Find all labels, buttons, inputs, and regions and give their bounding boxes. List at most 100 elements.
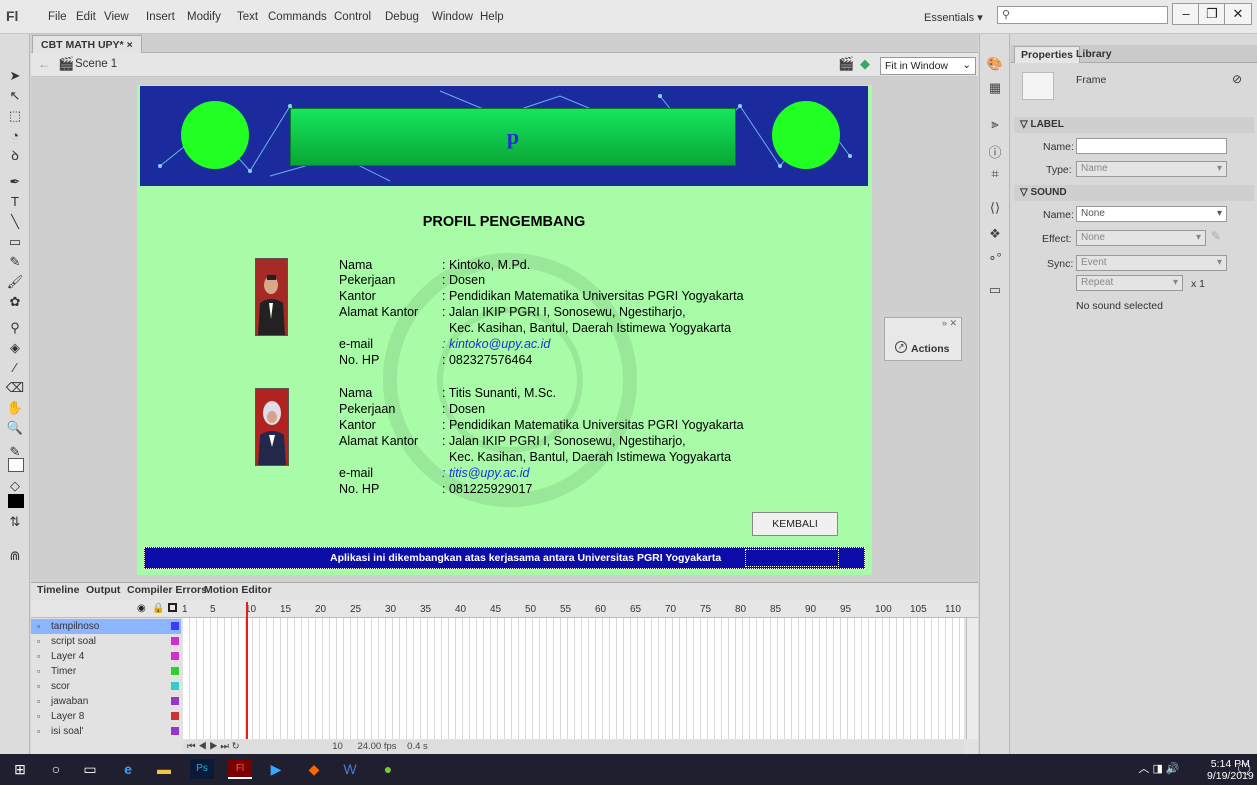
- repeat-count[interactable]: x 1: [1191, 278, 1205, 290]
- layer-color-swatch[interactable]: [171, 652, 179, 660]
- label-section-header[interactable]: ▽ LABEL: [1014, 117, 1254, 133]
- paint-bucket-icon[interactable]: ◈: [4, 338, 26, 358]
- repeat-select[interactable]: Repeat ▾: [1076, 275, 1183, 291]
- brush-tool-icon[interactable]: 🖌: [4, 272, 26, 292]
- components-icon[interactable]: ❖: [985, 226, 1005, 246]
- tab-motion-editor[interactable]: Motion Editor: [204, 584, 272, 596]
- info-icon[interactable]: ⓘ: [985, 142, 1005, 162]
- media-icon[interactable]: ▶: [264, 759, 288, 779]
- layer-color-swatch[interactable]: [171, 622, 179, 630]
- fill-swatch[interactable]: [8, 494, 24, 508]
- layer-color-swatch[interactable]: [171, 712, 179, 720]
- dev2-email-link[interactable]: : titis@upy.ac.id: [442, 466, 530, 481]
- layer-color-swatch[interactable]: [171, 682, 179, 690]
- history-icon[interactable]: ▭: [985, 282, 1005, 302]
- menu-insert[interactable]: Insert: [146, 11, 175, 23]
- windows-start-icon[interactable]: ⊞: [8, 759, 32, 779]
- maximize-button[interactable]: ❐: [1198, 3, 1226, 25]
- pen-tool-icon[interactable]: ✒: [4, 172, 26, 192]
- menu-view[interactable]: View: [104, 11, 129, 23]
- lock-icon[interactable]: 🔒: [152, 603, 164, 614]
- search-input[interactable]: ⚲: [997, 6, 1168, 24]
- color-panel-icon[interactable]: 🎨: [985, 56, 1005, 76]
- effect-select[interactable]: None ▾: [1076, 230, 1206, 246]
- close-window-button[interactable]: ✕: [1224, 3, 1252, 25]
- edit-symbol-icon[interactable]: ◆: [860, 56, 870, 72]
- transform-icon[interactable]: ⌗: [985, 166, 1005, 186]
- 3d-rotation-icon[interactable]: ◔: [4, 126, 26, 146]
- deco-tool-icon[interactable]: ✿: [4, 292, 26, 312]
- photoshop-icon[interactable]: Ps: [190, 759, 214, 779]
- sound-section-header[interactable]: ▽ SOUND: [1014, 185, 1254, 201]
- system-tray-icons[interactable]: ︿ ◨ 🔊: [1124, 759, 1194, 779]
- layer-row[interactable]: ▫ Timer: [31, 664, 181, 679]
- eyedropper-icon[interactable]: ⁄: [4, 358, 26, 378]
- menu-window[interactable]: Window: [432, 11, 473, 23]
- bone-tool-icon[interactable]: ⚲: [4, 318, 26, 338]
- sound-name-select[interactable]: None ▾: [1076, 206, 1227, 222]
- collapse-close-icon[interactable]: » ✕: [942, 318, 957, 329]
- cortana-icon[interactable]: ○: [44, 759, 68, 779]
- code-snippets-icon[interactable]: ⟨⟩: [985, 200, 1005, 220]
- menu-text[interactable]: Text: [237, 11, 258, 23]
- file-explorer-icon[interactable]: ▬: [152, 759, 176, 779]
- menu-debug[interactable]: Debug: [385, 11, 419, 23]
- label-type-select[interactable]: Name ▾: [1076, 161, 1227, 177]
- task-view-icon[interactable]: ▭: [78, 759, 102, 779]
- eye-icon[interactable]: ◉: [137, 603, 146, 614]
- sync-select[interactable]: Event ▾: [1076, 255, 1227, 271]
- close-tab-icon[interactable]: ×: [127, 39, 133, 51]
- swap-colors-icon[interactable]: ⇅: [4, 512, 26, 532]
- workspace-switcher[interactable]: Essentials ▾: [924, 11, 983, 24]
- pencil-tool-icon[interactable]: ✎: [4, 252, 26, 272]
- dev1-email-link[interactable]: : kintoko@upy.ac.id: [442, 337, 550, 352]
- swatches-icon[interactable]: ▦: [985, 80, 1005, 100]
- frame-grid[interactable]: [183, 618, 964, 739]
- layer-row[interactable]: ▫ isi soal': [31, 724, 181, 739]
- help-icon[interactable]: ⊘: [1232, 72, 1242, 86]
- timeline-scrollbar[interactable]: [966, 618, 978, 739]
- layer-row[interactable]: ▫ scor: [31, 679, 181, 694]
- layer-color-swatch[interactable]: [171, 667, 179, 675]
- label-name-field[interactable]: [1076, 138, 1227, 154]
- word-icon[interactable]: W: [338, 759, 362, 779]
- playback-controls[interactable]: ⏮ ◀ ▶ ⏭ ↻: [187, 741, 240, 752]
- layer-color-swatch[interactable]: [171, 637, 179, 645]
- align-icon[interactable]: ⫸: [985, 116, 1005, 136]
- free-transform-icon[interactable]: ⬚: [4, 106, 26, 126]
- menu-file[interactable]: File: [48, 11, 67, 23]
- menu-edit[interactable]: Edit: [76, 11, 96, 23]
- layer-color-swatch[interactable]: [171, 697, 179, 705]
- layer-row[interactable]: ▫ tampilnoso: [31, 619, 181, 634]
- zoom-tool-icon[interactable]: 🔍: [4, 418, 26, 438]
- lasso-icon[interactable]: ꝺ: [4, 146, 26, 166]
- back-button[interactable]: KEMBALI: [752, 512, 838, 536]
- playhead[interactable]: [246, 602, 256, 739]
- scene-label[interactable]: Scene 1: [75, 58, 117, 70]
- menu-modify[interactable]: Modify: [187, 11, 221, 23]
- tab-output[interactable]: Output: [86, 584, 120, 596]
- outline-icon[interactable]: [168, 603, 177, 612]
- layer-row[interactable]: ▫ Layer 4: [31, 649, 181, 664]
- tab-compiler-errors[interactable]: Compiler Errors: [127, 584, 207, 596]
- subselection-tool-icon[interactable]: ↖: [4, 86, 26, 106]
- hand-tool-icon[interactable]: ✋: [4, 398, 26, 418]
- footer-text-field[interactable]: [745, 549, 839, 567]
- selection-tool-icon[interactable]: ➤: [4, 66, 26, 86]
- stroke-swatch[interactable]: [8, 458, 24, 472]
- eraser-icon[interactable]: ⌫: [4, 378, 26, 398]
- menu-help[interactable]: Help: [480, 11, 504, 23]
- layer-row[interactable]: ▫ Layer 8: [31, 709, 181, 724]
- edit-pencil-icon[interactable]: ✎: [1211, 229, 1221, 243]
- app-icon[interactable]: ◆: [302, 759, 326, 779]
- animate-icon[interactable]: Fl: [228, 759, 252, 779]
- zoom-select[interactable]: Fit in Window ⌄: [880, 57, 976, 75]
- tab-library[interactable]: Library: [1070, 46, 1118, 63]
- layer-row[interactable]: ▫ jawaban: [31, 694, 181, 709]
- frame-rate[interactable]: 24.00 fps: [357, 741, 396, 752]
- document-tab[interactable]: CBT MATH UPY* ×: [32, 35, 142, 53]
- fill-color-icon[interactable]: ◇: [4, 476, 26, 496]
- motion-presets-icon[interactable]: ∘°: [985, 250, 1005, 270]
- notifications-icon[interactable]: 🗨: [1232, 759, 1256, 779]
- text-tool-icon[interactable]: T: [4, 192, 26, 212]
